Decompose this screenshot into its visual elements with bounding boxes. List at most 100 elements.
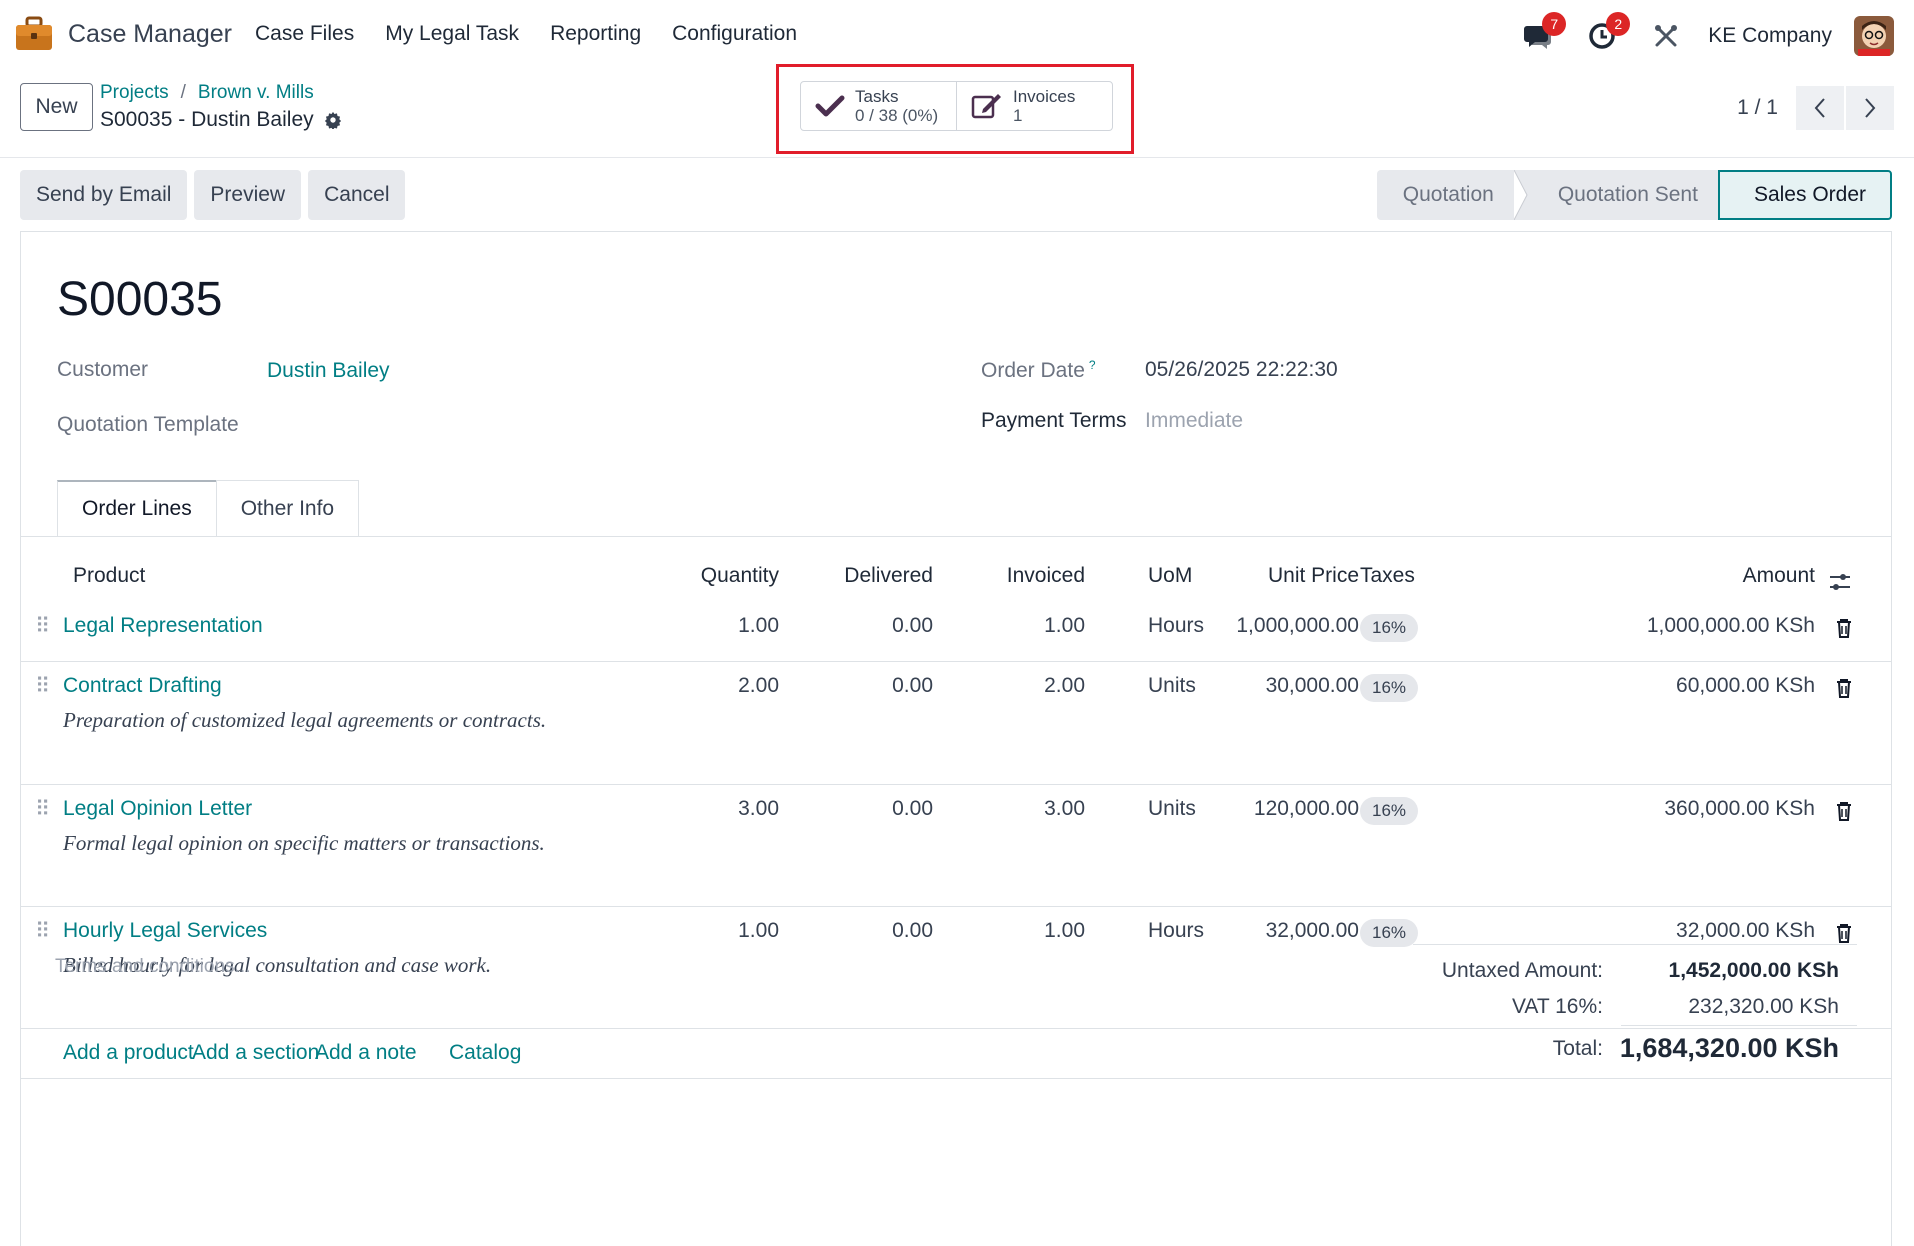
row-tax-badge[interactable]: 16% xyxy=(1360,797,1419,825)
stage-sales-order[interactable]: Sales Order xyxy=(1717,170,1892,220)
row-uom[interactable]: Units xyxy=(1148,674,1196,698)
row-invoiced[interactable]: 1.00 xyxy=(1044,614,1085,638)
col-uom[interactable]: UoM xyxy=(1148,564,1192,588)
drag-handle-icon[interactable]: ⠿ xyxy=(35,614,50,639)
menu-reporting[interactable]: Reporting xyxy=(550,22,641,46)
row-quantity[interactable]: 1.00 xyxy=(738,919,779,943)
col-quantity[interactable]: Quantity xyxy=(701,564,779,588)
breadcrumb-projects[interactable]: Projects xyxy=(100,82,169,103)
row-unit-price[interactable]: 120,000.00 xyxy=(1254,797,1359,821)
briefcase-icon xyxy=(16,16,52,50)
row-product[interactable]: Hourly Legal Services xyxy=(63,919,267,943)
activities-button[interactable]: 2 xyxy=(1580,12,1631,58)
drag-handle-icon[interactable]: ⠿ xyxy=(35,797,50,822)
tab-other-info[interactable]: Other Info xyxy=(215,480,360,536)
trash-icon[interactable] xyxy=(1835,618,1853,638)
stage-quotation-sent[interactable]: Quotation Sent xyxy=(1527,170,1718,220)
payment-terms-field[interactable]: Immediate xyxy=(1145,409,1243,433)
row-amount: 1,000,000.00 KSh xyxy=(1646,614,1815,637)
table-row[interactable]: ⠿ Legal Opinion Letter Formal legal opin… xyxy=(21,785,1891,907)
user-avatar[interactable] xyxy=(1854,16,1894,56)
add-section-link[interactable]: Add a section xyxy=(192,1041,319,1065)
invoices-smart-button[interactable]: Invoices 1 xyxy=(956,82,1112,130)
send-by-email-button[interactable]: Send by Email xyxy=(20,170,188,220)
tasks-value: 0 / 38 (0%) xyxy=(855,106,939,125)
row-quantity[interactable]: 3.00 xyxy=(738,797,779,821)
breadcrumb-project[interactable]: Brown v. Mills xyxy=(198,82,314,103)
stage-arrow-separator xyxy=(1513,170,1528,220)
payment-terms-label: Payment Terms xyxy=(981,409,1127,432)
col-product[interactable]: Product xyxy=(73,564,145,588)
col-delivered[interactable]: Delivered xyxy=(844,564,933,588)
add-product-link[interactable]: Add a product xyxy=(63,1041,194,1065)
row-tax-badge[interactable]: 16% xyxy=(1360,674,1419,702)
col-invoiced[interactable]: Invoiced xyxy=(1007,564,1085,588)
messages-button[interactable]: 7 xyxy=(1516,12,1567,58)
company-switcher[interactable]: KE Company xyxy=(1708,24,1832,48)
row-quantity[interactable]: 2.00 xyxy=(738,674,779,698)
new-button[interactable]: New xyxy=(20,83,93,131)
order-date-help-icon[interactable]: ? xyxy=(1089,358,1096,372)
drag-handle-icon[interactable]: ⠿ xyxy=(35,674,50,699)
debug-tools-button[interactable] xyxy=(1644,14,1688,58)
stage-quotation[interactable]: Quotation xyxy=(1376,170,1514,220)
tools-icon xyxy=(1655,25,1678,47)
cancel-button[interactable]: Cancel xyxy=(308,170,406,220)
row-invoiced[interactable]: 2.00 xyxy=(1044,674,1085,698)
row-invoiced[interactable]: 3.00 xyxy=(1044,797,1085,821)
row-delivered[interactable]: 0.00 xyxy=(892,797,933,821)
main-menu: Case Files My Legal Task Reporting Confi… xyxy=(255,22,797,46)
row-uom[interactable]: Hours xyxy=(1148,919,1204,943)
row-tax-badge[interactable]: 16% xyxy=(1360,614,1419,642)
row-delivered[interactable]: 0.00 xyxy=(892,674,933,698)
trash-icon[interactable] xyxy=(1835,678,1853,698)
col-taxes[interactable]: Taxes xyxy=(1360,564,1415,588)
trash-icon[interactable] xyxy=(1835,923,1853,943)
row-product[interactable]: Legal Opinion Letter xyxy=(63,797,252,821)
menu-configuration[interactable]: Configuration xyxy=(672,22,797,46)
tab-order-lines[interactable]: Order Lines xyxy=(57,480,217,536)
record-title-text: S00035 - Dustin Bailey xyxy=(100,108,314,131)
row-description[interactable]: Preparation of customized legal agreemen… xyxy=(63,708,546,733)
terms-and-conditions-field[interactable]: Terms and conditions... xyxy=(55,956,250,978)
col-unit-price[interactable]: Unit Price xyxy=(1268,564,1359,588)
breadcrumb-separator: / xyxy=(180,82,186,103)
row-amount: 360,000.00 KSh xyxy=(1664,797,1815,820)
col-amount[interactable]: Amount xyxy=(1743,564,1815,588)
menu-case-files[interactable]: Case Files xyxy=(255,22,354,46)
catalog-link[interactable]: Catalog xyxy=(449,1041,521,1065)
app-brand[interactable]: Case Manager xyxy=(14,16,232,52)
order-date-field[interactable]: 05/26/2025 22:22:30 xyxy=(1145,358,1338,382)
preview-button[interactable]: Preview xyxy=(194,170,302,220)
row-uom[interactable]: Hours xyxy=(1148,614,1204,638)
row-delivered[interactable]: 0.00 xyxy=(892,614,933,638)
customer-field[interactable]: Dustin Bailey xyxy=(267,359,390,383)
row-unit-price[interactable]: 30,000.00 xyxy=(1266,674,1359,698)
row-tax-badge[interactable]: 16% xyxy=(1360,919,1419,947)
row-product[interactable]: Contract Drafting xyxy=(63,674,222,698)
row-delivered[interactable]: 0.00 xyxy=(892,919,933,943)
row-unit-price[interactable]: 1,000,000.00 xyxy=(1236,614,1359,638)
pager-next-button[interactable] xyxy=(1846,86,1894,130)
edit-invoice-icon xyxy=(971,94,1001,119)
gear-icon[interactable] xyxy=(324,111,342,129)
row-uom[interactable]: Units xyxy=(1148,797,1196,821)
row-unit-price[interactable]: 32,000.00 xyxy=(1266,919,1359,943)
menu-my-legal-task[interactable]: My Legal Task xyxy=(385,22,519,46)
row-product[interactable]: Legal Representation xyxy=(63,614,263,638)
trash-icon[interactable] xyxy=(1835,801,1853,821)
status-bar: Quotation Quotation Sent Sales Order xyxy=(1376,170,1892,220)
table-row[interactable]: ⠿ Hourly Legal Services Billed hourly fo… xyxy=(21,907,1891,1029)
column-settings-icon[interactable] xyxy=(1829,572,1851,592)
drag-handle-icon[interactable]: ⠿ xyxy=(35,919,50,944)
table-row[interactable]: ⠿ Contract Drafting Preparation of custo… xyxy=(21,662,1891,785)
table-row[interactable]: ⠿ Legal Representation 1.00 0.00 1.00 Ho… xyxy=(21,602,1891,662)
tasks-smart-button[interactable]: Tasks 0 / 38 (0%) xyxy=(801,82,956,130)
row-invoiced[interactable]: 1.00 xyxy=(1044,919,1085,943)
pager-previous-button[interactable] xyxy=(1796,86,1844,130)
avatar-icon xyxy=(1854,16,1894,56)
add-note-link[interactable]: Add a note xyxy=(315,1041,417,1065)
pager-counter[interactable]: 1 / 1 xyxy=(1737,96,1778,120)
row-description[interactable]: Formal legal opinion on specific matters… xyxy=(63,831,545,856)
row-quantity[interactable]: 1.00 xyxy=(738,614,779,638)
